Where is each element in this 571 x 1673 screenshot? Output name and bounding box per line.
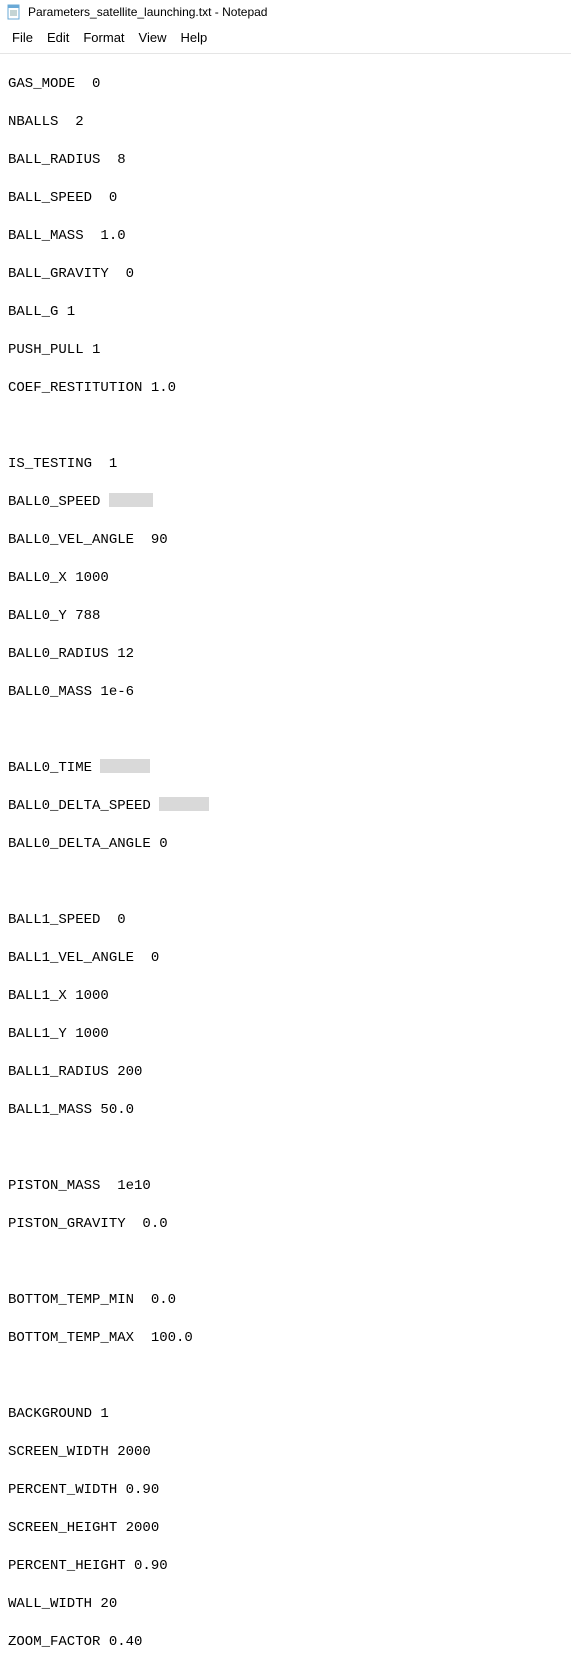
text-line: BALL0_TIME [8, 759, 563, 778]
redacted-value [159, 797, 209, 811]
text-line: ZOOM_FACTOR 0.40 [8, 1633, 563, 1652]
text-line: BALL0_MASS 1e-6 [8, 683, 563, 702]
blank-line [8, 1367, 563, 1386]
text-line: PERCENT_HEIGHT 0.90 [8, 1557, 563, 1576]
text-line: IS_TESTING 1 [8, 455, 563, 474]
text-line: GAS_MODE 0 [8, 75, 563, 94]
text-line: BALL_G 1 [8, 303, 563, 322]
text-line: PISTON_GRAVITY 0.0 [8, 1215, 563, 1234]
text-line: BALL0_SPEED [8, 493, 563, 512]
text-line: WALL_WIDTH 20 [8, 1595, 563, 1614]
window-title: Parameters_satellite_launching.txt - Not… [28, 5, 267, 19]
blank-line [8, 417, 563, 436]
text-line: BALL0_Y 788 [8, 607, 563, 626]
text-line: BALL1_SPEED 0 [8, 911, 563, 930]
blank-line [8, 1253, 563, 1272]
text-line: BALL0_DELTA_SPEED [8, 797, 563, 816]
menu-view[interactable]: View [133, 28, 173, 47]
text-line: BOTTOM_TEMP_MIN 0.0 [8, 1291, 563, 1310]
text-line: BALL0_RADIUS 12 [8, 645, 563, 664]
text-segment: BALL0_DELTA_SPEED [8, 798, 159, 814]
text-line: BALL0_DELTA_ANGLE 0 [8, 835, 563, 854]
text-line: BALL1_MASS 50.0 [8, 1101, 563, 1120]
text-line: PERCENT_WIDTH 0.90 [8, 1481, 563, 1500]
menu-help[interactable]: Help [174, 28, 213, 47]
text-line: BACKGROUND 1 [8, 1405, 563, 1424]
text-line: BALL1_RADIUS 200 [8, 1063, 563, 1082]
text-line: BALL_MASS 1.0 [8, 227, 563, 246]
notepad-icon [6, 4, 22, 20]
text-line: BALL0_X 1000 [8, 569, 563, 588]
text-line: PUSH_PULL 1 [8, 341, 563, 360]
text-line: BALL_RADIUS 8 [8, 151, 563, 170]
redacted-value [100, 759, 150, 773]
blank-line [8, 721, 563, 740]
text-line: BOTTOM_TEMP_MAX 100.0 [8, 1329, 563, 1348]
menu-format[interactable]: Format [77, 28, 130, 47]
blank-line [8, 873, 563, 892]
blank-line [8, 1139, 563, 1158]
menubar: File Edit Format View Help [0, 24, 571, 54]
text-line: COEF_RESTITUTION 1.0 [8, 379, 563, 398]
text-line: BALL_GRAVITY 0 [8, 265, 563, 284]
text-line: PISTON_MASS 1e10 [8, 1177, 563, 1196]
text-line: BALL1_X 1000 [8, 987, 563, 1006]
text-line: NBALLS 2 [8, 113, 563, 132]
redacted-value [109, 493, 153, 507]
text-line: BALL1_Y 1000 [8, 1025, 563, 1044]
titlebar: Parameters_satellite_launching.txt - Not… [0, 0, 571, 24]
text-line: SCREEN_WIDTH 2000 [8, 1443, 563, 1462]
menu-edit[interactable]: Edit [41, 28, 75, 47]
menu-file[interactable]: File [6, 28, 39, 47]
text-area[interactable]: GAS_MODE 0 NBALLS 2 BALL_RADIUS 8 BALL_S… [0, 54, 571, 1673]
text-line: BALL_SPEED 0 [8, 189, 563, 208]
text-line: BALL1_VEL_ANGLE 0 [8, 949, 563, 968]
text-line: SCREEN_HEIGHT 2000 [8, 1519, 563, 1538]
text-line: BALL0_VEL_ANGLE 90 [8, 531, 563, 550]
text-segment: BALL0_SPEED [8, 494, 109, 510]
text-segment: BALL0_TIME [8, 760, 100, 776]
